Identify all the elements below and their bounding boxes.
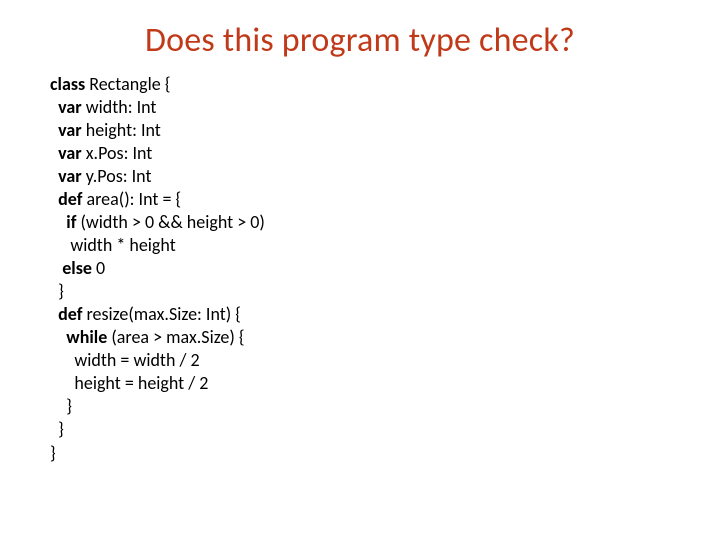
kw-else: else [50,257,92,279]
code-text: (width > 0 && height > 0) [76,211,264,233]
code-text: } [50,442,56,464]
kw-var: var [50,165,82,187]
code-text: height: Int [82,119,161,141]
kw-def: def [50,188,82,210]
code-text: } [50,280,64,302]
kw-class: class [50,73,85,95]
code-text: } [50,395,72,417]
code-text: Rectangle { [85,73,170,95]
code-text: y.Pos: Int [82,165,152,187]
kw-var: var [50,142,82,164]
code-text: resize(max.Size: Int) { [82,303,241,325]
kw-def: def [50,303,82,325]
kw-while: while [50,326,107,348]
slide-title: Does this program type check? [0,0,720,73]
slide: Does this program type check? class Rect… [0,0,720,540]
kw-var: var [50,119,82,141]
code-block: class Rectangle { var width: Int var hei… [50,73,720,465]
code-text: height = height / 2 [50,372,208,394]
kw-if: if [50,211,76,233]
code-text: width = width / 2 [50,349,200,371]
code-text: (area > max.Size) { [107,326,244,348]
code-text: } [50,418,64,440]
code-text: area(): Int = { [82,188,181,210]
kw-var: var [50,96,82,118]
code-text: width * height [50,234,176,256]
code-text: x.Pos: Int [82,142,153,164]
code-text: 0 [92,257,105,279]
code-text: width: Int [82,96,157,118]
